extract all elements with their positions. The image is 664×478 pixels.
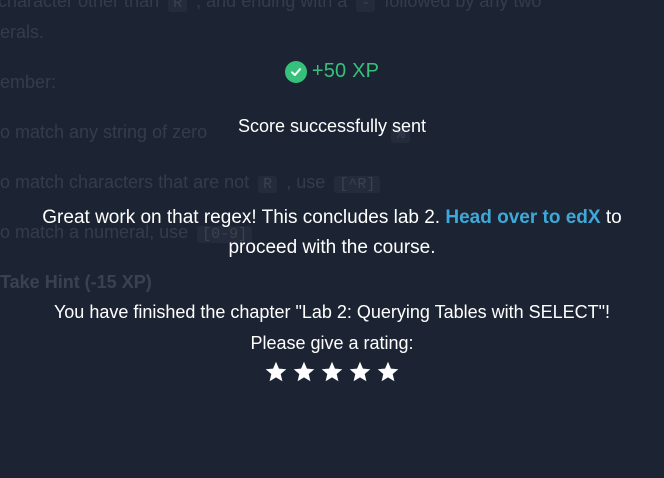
- star-icon[interactable]: [376, 360, 400, 384]
- completion-screen: character other than R , and ending with…: [0, 0, 664, 478]
- star-icon[interactable]: [292, 360, 316, 384]
- success-overlay: +50 XP Score successfully sent Great wor…: [0, 0, 664, 478]
- star-icon[interactable]: [264, 360, 288, 384]
- score-status: Score successfully sent: [237, 116, 427, 136]
- chapter-finished-text: You have finished the chapter "Lab 2: Qu…: [53, 302, 611, 322]
- check-circle-icon: [284, 60, 307, 83]
- completion-message: Great work on that regex! This concludes…: [30, 203, 634, 263]
- message-text-before: Great work on that regex! This concludes…: [42, 207, 446, 228]
- rating-prompt: Please give a rating:: [250, 333, 414, 353]
- xp-label: +50 XP: [311, 60, 380, 82]
- edx-link[interactable]: Head over to edX: [445, 207, 600, 228]
- star-rating[interactable]: [0, 360, 664, 384]
- star-icon[interactable]: [348, 360, 372, 384]
- xp-award: +50 XP: [0, 60, 664, 83]
- star-icon[interactable]: [320, 360, 344, 384]
